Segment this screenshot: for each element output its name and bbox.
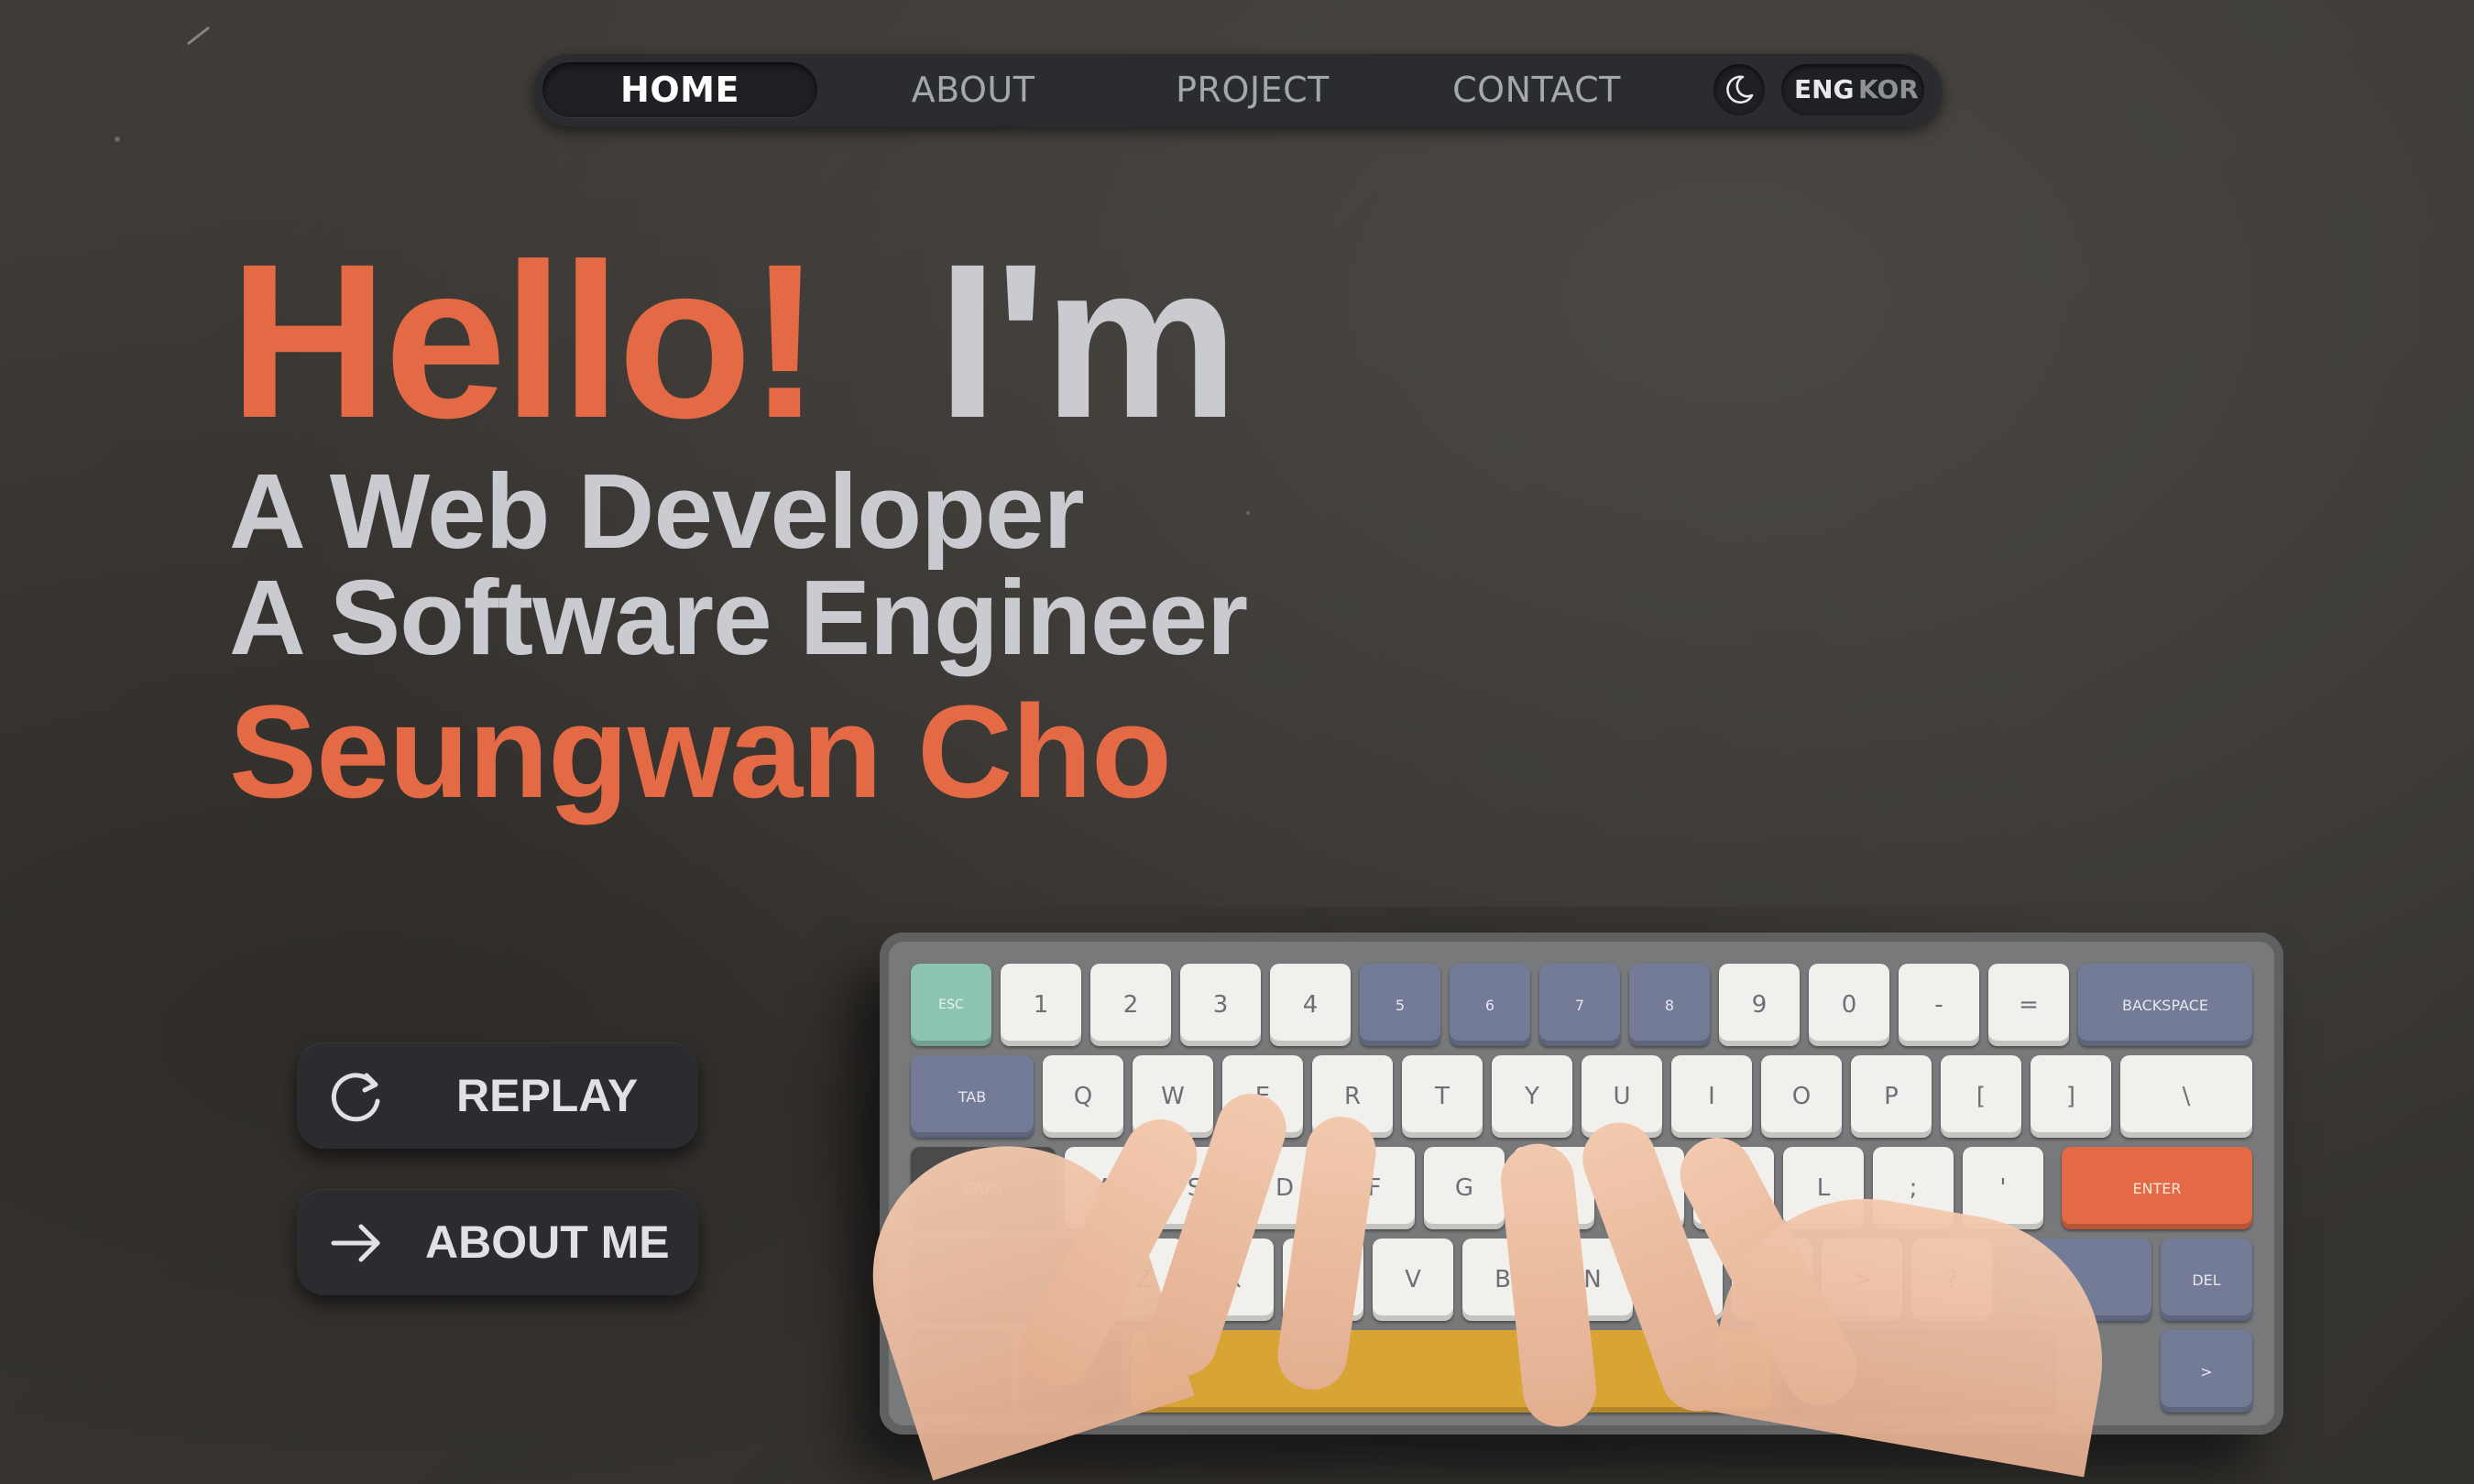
key: P [1851,1055,1932,1138]
key: I [1671,1055,1752,1138]
key: [ [1941,1055,2021,1138]
key: = [1988,964,2069,1046]
developer-name: Seungwan Cho [229,678,1172,825]
about-me-button[interactable]: ABOUT ME [297,1189,698,1295]
im-text: I'm [936,218,1239,464]
nav-project[interactable]: PROJECT [1120,62,1385,117]
key: 7 [1539,964,1620,1046]
nav-home[interactable]: HOME [542,62,817,117]
key-enter: ENTER [2062,1147,2252,1229]
key-esc: ESC [911,964,991,1046]
theme-toggle[interactable] [1713,64,1765,115]
key: 0 [1809,964,1889,1046]
lang-eng[interactable]: ENG [1794,64,1855,115]
nav-about[interactable]: ABOUT [845,62,1101,117]
moon-icon [1726,75,1754,104]
nav-contact[interactable]: CONTACT [1404,62,1669,117]
key: \ [2120,1055,2252,1138]
lang-kor[interactable]: KOR [1858,64,1919,115]
key: T [1402,1055,1483,1138]
key: ] [2031,1055,2111,1138]
key: V [1373,1238,1453,1321]
role-software-engineer: A Software Engineer [229,558,1248,677]
hero-greeting: Hello! I'm [229,231,1239,451]
replay-button[interactable]: REPLAY [297,1042,698,1149]
role-web-developer: A Web Developer [229,452,1085,571]
arrow-right-icon [331,1224,380,1262]
about-me-label: ABOUT ME [425,1217,670,1268]
key: - [1899,964,1979,1046]
top-navigation: HOME ABOUT PROJECT CONTACT ENG KOR [533,53,1943,126]
key: 1 [1001,964,1081,1046]
hello-text: Hello! [229,218,822,464]
key: 8 [1629,964,1710,1046]
key: 2 [1090,964,1171,1046]
key: O [1761,1055,1842,1138]
replay-label: REPLAY [456,1070,639,1121]
language-switch: ENG KOR [1781,64,1924,115]
keyboard-image: ESC 1 2 3 4 5 6 7 8 9 0 - = BACKSPACE TA… [839,933,2283,1481]
key: 9 [1719,964,1800,1046]
key-del: DEL [2161,1238,2252,1321]
key: Q [1043,1055,1123,1138]
key: 6 [1450,964,1530,1046]
key: Y [1492,1055,1572,1138]
key: 3 [1180,964,1261,1046]
key-tab: TAB [911,1055,1034,1138]
key: 5 [1360,964,1440,1046]
key: G [1424,1147,1505,1229]
key-backspace: BACKSPACE [2078,964,2252,1046]
key-arrow-right: > [2161,1330,2252,1413]
replay-icon [331,1073,380,1122]
key: 4 [1270,964,1351,1046]
